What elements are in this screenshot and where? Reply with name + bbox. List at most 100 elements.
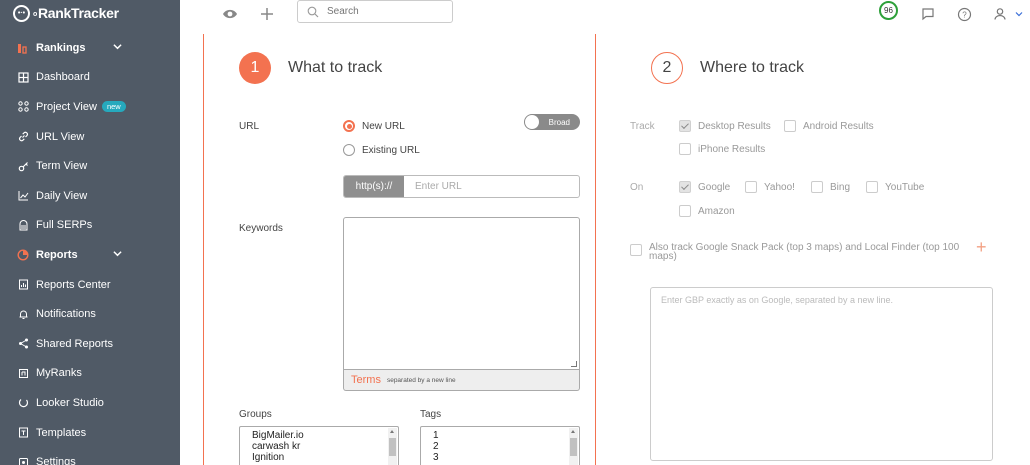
- what-to-track-panel: 1 What to track URL New URL Existing URL…: [203, 34, 596, 465]
- pie-chart-icon: [17, 249, 29, 261]
- chevron-down-icon: [113, 44, 122, 50]
- desktop-results-checkbox[interactable]: Desktop Results: [679, 120, 771, 132]
- search-box[interactable]: [297, 0, 453, 23]
- bing-checkbox[interactable]: Bing: [811, 181, 850, 193]
- user-icon[interactable]: [991, 5, 1009, 23]
- eye-icon[interactable]: [221, 5, 239, 23]
- add-icon[interactable]: [258, 5, 276, 23]
- url-input-group: http(s):// Enter URL: [343, 175, 580, 198]
- list-item[interactable]: 2: [433, 441, 579, 452]
- looker-icon: [17, 397, 29, 409]
- list-item[interactable]: 3: [433, 452, 579, 463]
- share-icon: [17, 338, 29, 350]
- sidebar-item-label: Reports: [36, 248, 78, 261]
- svg-text:?: ?: [962, 10, 967, 19]
- checkbox-icon: [630, 244, 642, 256]
- scroll-thumb[interactable]: [389, 438, 396, 456]
- checkbox-icon: [679, 205, 691, 217]
- snack-pack-checkbox[interactable]: Also track Google Snack Pack (top 3 maps…: [630, 243, 960, 262]
- search-icon: [307, 6, 319, 17]
- main-content: 1 What to track URL New URL Existing URL…: [180, 30, 1030, 465]
- sidebar-item-looker-studio[interactable]: Looker Studio: [0, 388, 180, 418]
- resize-handle-icon[interactable]: [571, 361, 577, 367]
- serp-icon: [17, 219, 29, 231]
- sidebar-item-shared-reports[interactable]: Shared Reports: [0, 329, 180, 359]
- checkbox-checked-icon: [679, 181, 691, 193]
- list-item[interactable]: BigMailer.io: [252, 430, 398, 441]
- amazon-checkbox[interactable]: Amazon: [679, 205, 735, 217]
- rankings-icon: [17, 42, 29, 54]
- list-item[interactable]: 1: [433, 430, 579, 441]
- sidebar-item-reports[interactable]: Reports: [0, 240, 180, 270]
- list-item[interactable]: Ignition: [252, 452, 398, 463]
- youtube-checkbox[interactable]: YouTube: [866, 181, 924, 193]
- sidebar-item-reports-center[interactable]: Reports Center: [0, 270, 180, 300]
- sidebar-item-term-view[interactable]: Term View: [0, 151, 180, 181]
- sidebar-item-label: Notifications: [36, 308, 96, 321]
- sidebar-item-templates[interactable]: Templates: [0, 418, 180, 448]
- list-item[interactable]: carwash kr: [252, 441, 398, 452]
- terms-label: Terms: [351, 374, 381, 386]
- yahoo-checkbox[interactable]: Yahoo!: [745, 181, 795, 193]
- checkbox-icon: [784, 120, 796, 132]
- new-badge: new: [101, 101, 126, 113]
- report-icon: [17, 279, 29, 291]
- key-icon: [17, 160, 29, 172]
- sidebar-item-label: Term View: [36, 160, 88, 173]
- groups-label: Groups: [239, 409, 272, 420]
- help-icon[interactable]: ?: [955, 5, 973, 23]
- new-url-radio[interactable]: New URL: [343, 120, 405, 132]
- sidebar-item-url-view[interactable]: URL View: [0, 122, 180, 152]
- sidebar-item-dashboard[interactable]: Dashboard: [0, 63, 180, 93]
- url-prefix[interactable]: http(s)://: [344, 176, 404, 197]
- keywords-textarea[interactable]: [343, 217, 580, 370]
- settings-icon: [17, 456, 29, 465]
- android-results-checkbox[interactable]: Android Results: [784, 120, 874, 132]
- gbp-textarea[interactable]: Enter GBP exactly as on Google, separate…: [650, 287, 993, 461]
- search-input[interactable]: [327, 6, 437, 17]
- sidebar-item-label: Reports Center: [36, 278, 111, 291]
- track-label: Track: [630, 121, 655, 132]
- line-chart-icon: [17, 190, 29, 202]
- checkbox-label: Google: [698, 181, 731, 193]
- tags-listbox[interactable]: 1 2 3: [420, 426, 580, 465]
- sidebar-nav: Rankings Dashboard Project View new URL …: [0, 33, 180, 465]
- sidebar-item-myranks[interactable]: MyRanks: [0, 359, 180, 389]
- groups-listbox[interactable]: BigMailer.io carwash kr Ignition: [239, 426, 399, 465]
- panel-title: Where to track: [700, 59, 805, 76]
- scrollbar[interactable]: [388, 428, 397, 465]
- add-icon[interactable]: +: [976, 237, 987, 258]
- step-number: 1: [239, 52, 271, 84]
- logo-prefix: o: [33, 10, 37, 18]
- existing-url-radio[interactable]: Existing URL: [343, 144, 420, 156]
- score-badge[interactable]: 96: [879, 1, 898, 20]
- feedback-icon[interactable]: [919, 5, 937, 23]
- keywords-footer: Terms separated by a new line: [343, 370, 580, 391]
- sidebar-item-label: Settings: [36, 456, 76, 465]
- chevron-down-icon[interactable]: [1014, 5, 1024, 23]
- scroll-thumb[interactable]: [570, 438, 577, 456]
- on-label: On: [630, 182, 644, 193]
- toggle-label: Broad: [548, 117, 570, 127]
- sidebar: •·• oRankTracker Rankings Dashboard Proj…: [0, 0, 180, 465]
- sidebar-item-notifications[interactable]: Notifications: [0, 299, 180, 329]
- google-checkbox[interactable]: Google: [679, 181, 730, 193]
- sidebar-item-full-serps[interactable]: Full SERPs: [0, 211, 180, 241]
- sidebar-item-daily-view[interactable]: Daily View: [0, 181, 180, 211]
- sidebar-item-settings[interactable]: Settings: [0, 447, 180, 465]
- sidebar-item-label: MyRanks: [36, 367, 82, 380]
- url-field[interactable]: Enter URL: [404, 176, 579, 197]
- iphone-results-checkbox[interactable]: iPhone Results: [679, 143, 765, 155]
- radio-selected-icon: [343, 120, 355, 132]
- checkbox-label: Yahoo!: [764, 181, 795, 193]
- sidebar-item-label: Templates: [36, 426, 87, 439]
- sidebar-item-label: Project View: [36, 100, 97, 113]
- sidebar-item-project-view[interactable]: Project View new: [0, 92, 180, 122]
- sidebar-item-rankings[interactable]: Rankings: [0, 33, 180, 63]
- logo[interactable]: •·• oRankTracker: [13, 4, 119, 22]
- sidebar-item-label: URL View: [36, 130, 85, 143]
- broad-toggle[interactable]: Broad: [524, 114, 580, 130]
- scroll-up-icon: [390, 430, 394, 433]
- panel-title: What to track: [288, 59, 383, 76]
- scrollbar[interactable]: [569, 428, 578, 465]
